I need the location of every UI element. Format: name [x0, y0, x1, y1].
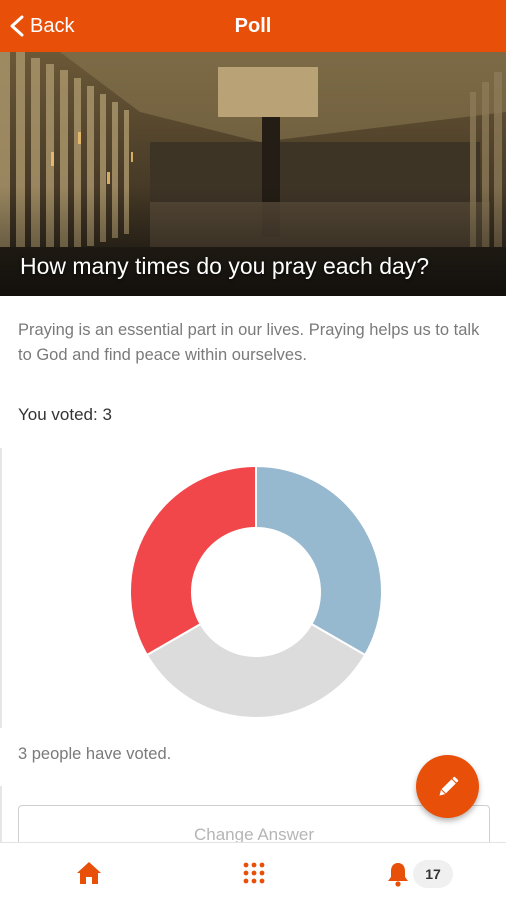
vote-count: 3 people have voted. [18, 745, 172, 763]
poll-hero-image: How many times do you pray each day? [0, 52, 506, 296]
your-vote-label: You voted: 3 [18, 405, 112, 424]
donut-slice-1 [255, 464, 383, 657]
donut-slice-3 [129, 464, 257, 657]
home-icon[interactable] [76, 861, 102, 885]
poll-question: How many times do you pray each day? [20, 253, 430, 279]
page-title: Poll [234, 15, 272, 37]
notification-badge: 17 [413, 860, 453, 888]
donut-slice-2 [145, 622, 367, 719]
grid-icon[interactable] [243, 862, 265, 884]
bell-icon[interactable] [386, 861, 410, 887]
back-button[interactable]: Back [8, 0, 74, 52]
poll-results-chart [0, 448, 506, 728]
chevron-left-icon [10, 15, 24, 37]
bottom-nav: 17 [0, 842, 506, 900]
donut-chart [129, 464, 383, 719]
pencil-icon [439, 776, 458, 795]
back-label: Back [30, 14, 75, 37]
poll-description: Praying is an essential part in our live… [18, 321, 480, 364]
edit-fab-button[interactable] [416, 755, 479, 818]
top-bar: Back Poll [0, 0, 506, 52]
divider [0, 786, 2, 842]
